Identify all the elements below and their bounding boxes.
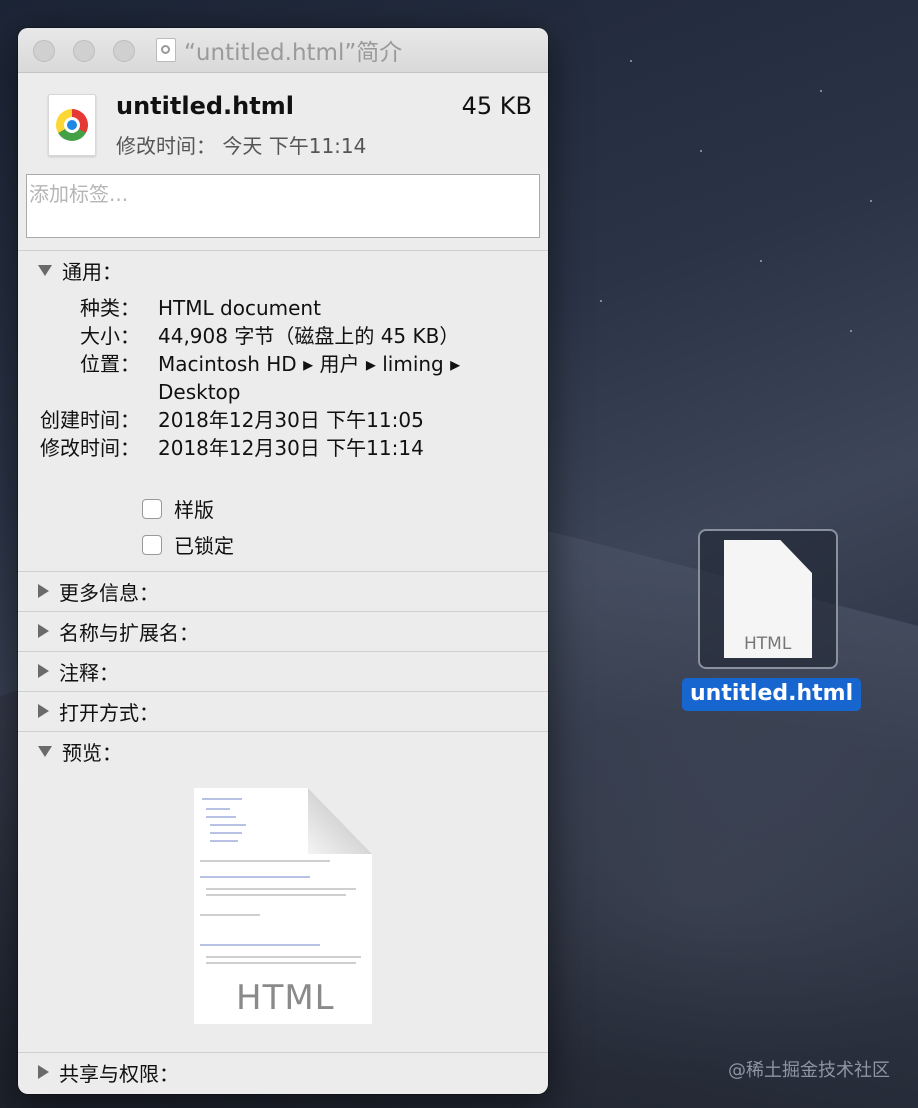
info-window: “untitled.html”简介 untitled.html 45 KB 修改… — [18, 28, 548, 1094]
star — [630, 60, 632, 62]
close-button[interactable] — [33, 40, 55, 62]
preview-text-line — [206, 816, 236, 818]
disclosure-triangle-icon[interactable] — [38, 264, 52, 276]
section-label: 更多信息： — [59, 580, 159, 605]
section-general-header[interactable]: 通用： — [18, 251, 548, 289]
preview-text-line — [200, 876, 310, 878]
tags-input[interactable] — [27, 175, 539, 209]
prop-label: 种类： — [80, 296, 140, 320]
stationery-checkbox[interactable] — [142, 498, 162, 519]
preview-text-line — [206, 808, 230, 810]
prop-value: HTML document — [158, 296, 321, 320]
prop-value: 44,908 字节（磁盘上的 45 KB） — [158, 324, 460, 348]
preview-page-fold — [308, 788, 372, 854]
chrome-icon — [56, 109, 88, 141]
prop-value: 2018年12月30日 下午11:05 — [158, 408, 424, 432]
section-name-extension: 名称与扩展名： — [18, 611, 548, 650]
section-label: 预览： — [62, 740, 122, 765]
star — [600, 300, 602, 302]
prop-size: 大小： 44,908 字节（磁盘上的 45 KB） — [18, 322, 548, 350]
desktop-file-label[interactable]: untitled.html — [682, 678, 862, 711]
star — [870, 200, 872, 202]
preview-text-line — [200, 860, 330, 862]
section-label: 通用： — [62, 259, 122, 284]
file-size: 45 KB — [461, 92, 532, 120]
section-comments-header[interactable]: 注释： — [18, 652, 548, 690]
preview-text-line — [206, 888, 356, 890]
prop-value: 2018年12月30日 下午11:14 — [158, 436, 424, 460]
preview-text-line — [210, 832, 242, 834]
star — [820, 90, 822, 92]
stationery-label: 样版 — [174, 498, 214, 522]
section-open-with: 打开方式： — [18, 691, 548, 730]
zoom-button[interactable] — [113, 40, 135, 62]
desktop-doc-label: HTML — [744, 634, 792, 654]
preview-text-line — [206, 956, 361, 958]
prop-label: 修改时间： — [40, 436, 140, 460]
prop-where: 位置： Macintosh HD ▸ 用户 ▸ liming ▸ Desktop — [18, 350, 548, 406]
locked-label: 已锁定 — [174, 534, 234, 558]
section-comments: 注释： — [18, 651, 548, 690]
preview-text-line — [206, 894, 346, 896]
section-preview-header[interactable]: 预览： — [18, 732, 548, 770]
minimize-button[interactable] — [73, 40, 95, 62]
star — [850, 330, 852, 332]
prop-label: 位置： — [80, 352, 140, 376]
title-document-icon[interactable] — [156, 38, 176, 62]
section-name-extension-header[interactable]: 名称与扩展名： — [18, 612, 548, 650]
window-title: “untitled.html”简介 — [184, 40, 403, 66]
section-general: 通用： — [18, 250, 548, 289]
section-label: 打开方式： — [59, 700, 159, 725]
preview-text-line — [206, 962, 356, 964]
section-label: 共享与权限： — [59, 1061, 179, 1086]
section-label: 注释： — [59, 660, 119, 685]
disclosure-triangle-icon[interactable] — [38, 704, 49, 718]
section-preview: 预览： — [18, 731, 548, 770]
section-open-with-header[interactable]: 打开方式： — [18, 692, 548, 730]
section-label: 名称与扩展名： — [59, 620, 199, 645]
watermark: @稀土掘金技术社区 — [728, 1060, 890, 1081]
preview-text-line — [202, 798, 242, 800]
modified-summary: 修改时间： 今天 下午11:14 — [116, 134, 367, 158]
tags-field[interactable] — [26, 174, 540, 238]
disclosure-triangle-icon[interactable] — [38, 745, 52, 757]
disclosure-triangle-icon[interactable] — [38, 1065, 49, 1079]
prop-kind: 种类： HTML document — [18, 294, 548, 322]
locked-checkbox-row[interactable]: 已锁定 — [142, 530, 234, 559]
preview-text-line — [200, 914, 260, 916]
preview-text-line — [200, 944, 320, 946]
star — [700, 150, 702, 152]
disclosure-triangle-icon[interactable] — [38, 664, 49, 678]
section-sharing: 共享与权限： — [18, 1052, 548, 1091]
prop-created: 创建时间： 2018年12月30日 下午11:05 — [18, 406, 548, 434]
section-sharing-header[interactable]: 共享与权限： — [18, 1053, 548, 1091]
locked-checkbox[interactable] — [142, 534, 162, 555]
section-more-info: 更多信息： — [18, 571, 548, 610]
preview-text-line — [210, 824, 246, 826]
star — [760, 260, 762, 262]
window-title-group: “untitled.html”简介 — [156, 28, 402, 72]
section-more-info-header[interactable]: 更多信息： — [18, 572, 548, 610]
stationery-checkbox-row[interactable]: 样版 — [142, 494, 214, 523]
file-icon — [48, 94, 96, 156]
title-bar[interactable]: “untitled.html”简介 — [18, 28, 548, 73]
file-name: untitled.html — [116, 92, 294, 120]
disclosure-triangle-icon[interactable] — [38, 624, 49, 638]
preview-doc-label: HTML — [236, 978, 335, 1018]
preview-text-line — [210, 840, 238, 842]
general-properties: 种类： HTML document 大小： 44,908 字节（磁盘上的 45 … — [18, 294, 548, 462]
prop-modified: 修改时间： 2018年12月30日 下午11:14 — [18, 434, 548, 462]
disclosure-triangle-icon[interactable] — [38, 584, 49, 598]
prop-label: 创建时间： — [40, 408, 140, 432]
prop-value: Macintosh HD ▸ 用户 ▸ liming ▸ Desktop — [158, 352, 461, 404]
prop-label: 大小： — [80, 324, 140, 348]
